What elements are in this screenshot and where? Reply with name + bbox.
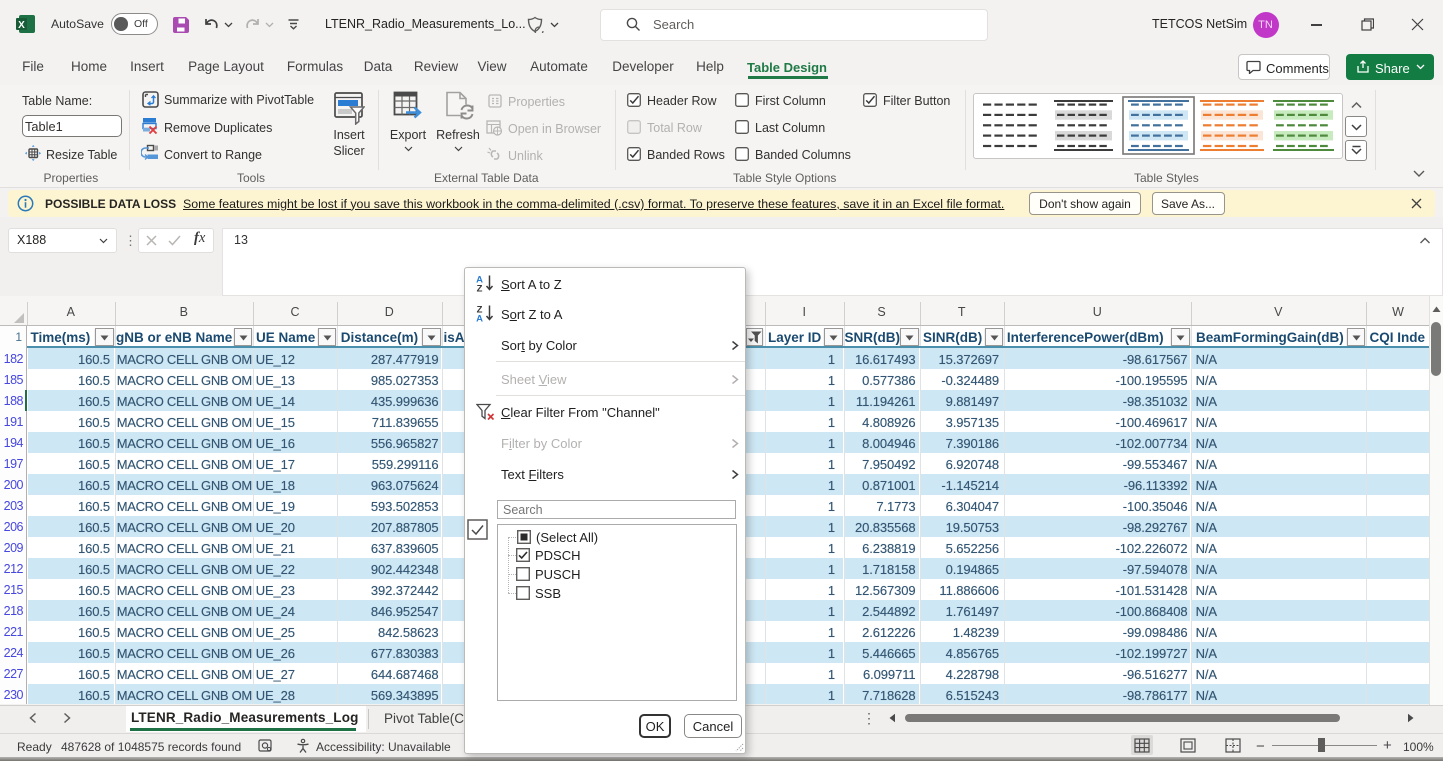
- svg-text:A: A: [476, 314, 483, 323]
- svg-text:X: X: [18, 20, 25, 31]
- svg-text:Z: Z: [477, 284, 483, 293]
